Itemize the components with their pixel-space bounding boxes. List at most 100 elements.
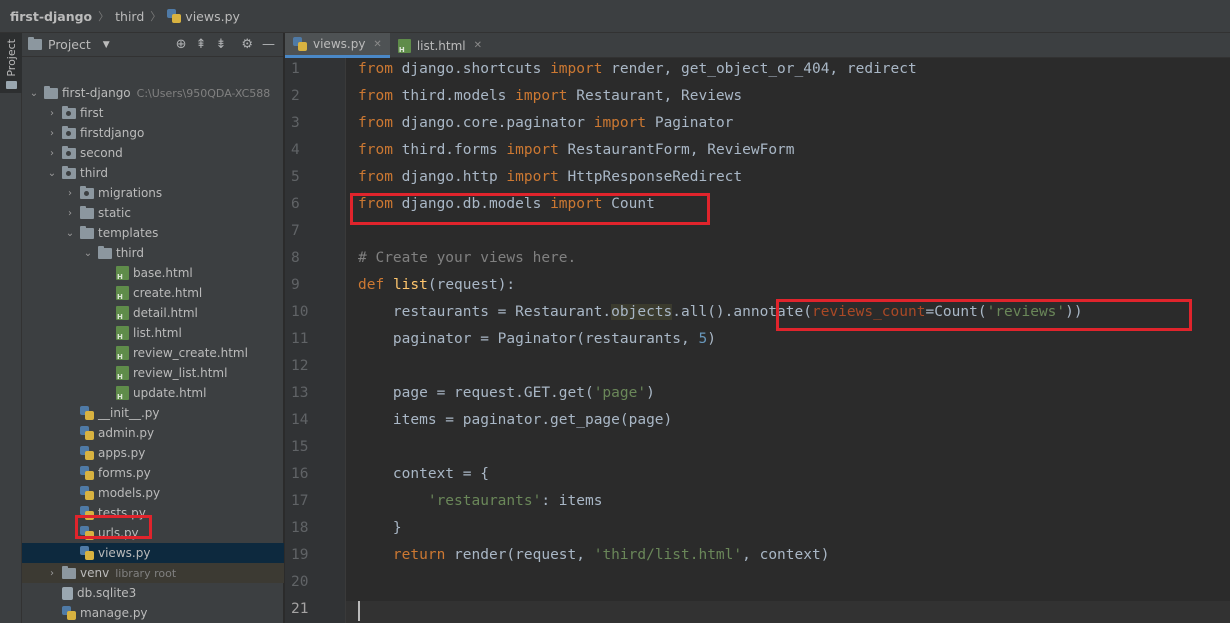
folder-icon (98, 245, 112, 259)
code-token: items = paginator.get_page(page) (358, 412, 673, 428)
tree-item[interactable]: › firstdjango (22, 123, 284, 143)
editor-tab[interactable]: list.html ✕ (390, 33, 490, 58)
tree-item[interactable]: __init__.py (22, 403, 284, 423)
tree-item[interactable]: review_list.html (22, 363, 284, 383)
tree-item[interactable]: ⌄ first-django C:\Users\950QDA-XC588 (22, 83, 284, 103)
code-token: Restaurant, Reviews (567, 88, 743, 104)
tree-item[interactable]: base.html (22, 263, 284, 283)
code-line[interactable]: paginator = Paginator(restaurants, 5) (358, 331, 716, 347)
code-line[interactable] (346, 601, 1230, 623)
project-view-selector[interactable]: Project (48, 37, 91, 52)
tree-item[interactable]: › static (22, 203, 284, 223)
code-token: import (506, 169, 559, 185)
close-icon[interactable]: ✕ (373, 39, 381, 50)
breadcrumb-label: views.py (185, 8, 240, 24)
code-line[interactable]: from third.models import Restaurant, Rev… (358, 88, 742, 104)
project-tool-button[interactable]: Project (0, 33, 22, 93)
chevron-right-icon[interactable]: › (46, 568, 58, 579)
tree-item[interactable]: urls.py (22, 523, 284, 543)
breadcrumb-item[interactable]: views.py (167, 9, 240, 24)
code-line[interactable]: context = { (358, 466, 489, 482)
code-token: 'page' (593, 385, 647, 401)
tree-item[interactable]: ⌄ third (22, 243, 284, 263)
breadcrumb-item[interactable]: third (115, 9, 144, 24)
html-file-icon (397, 38, 411, 54)
code-line[interactable]: from django.core.paginator import Pagina… (358, 115, 733, 131)
package-folder-icon (80, 185, 94, 199)
code-line[interactable]: from django.http import HttpResponseRedi… (358, 169, 742, 185)
locate-icon[interactable]: ⊕ (176, 38, 187, 51)
tree-item[interactable]: update.html (22, 383, 284, 403)
tree-item[interactable]: › venv library root (22, 563, 284, 583)
tree-item[interactable]: › second (22, 143, 284, 163)
tree-item[interactable]: › first (22, 103, 284, 123)
tree-item[interactable]: create.html (22, 283, 284, 303)
tree-item[interactable]: views.py (22, 543, 284, 563)
line-number: 6 (291, 196, 300, 212)
editor-tab[interactable]: views.py ✕ (285, 33, 390, 58)
tool-window-strip: Project (0, 33, 22, 623)
chevron-right-icon[interactable]: › (46, 108, 58, 119)
tree-item-label: base.html (133, 266, 193, 280)
tree-item-label: list.html (133, 326, 182, 340)
tree-item[interactable]: models.py (22, 483, 284, 503)
tree-item[interactable]: tests.py (22, 503, 284, 523)
breadcrumb-separator-icon: 〉 (150, 10, 162, 23)
code-line[interactable]: } (358, 520, 402, 536)
code-line[interactable]: return render(request, 'third/list.html'… (358, 547, 830, 563)
code-line[interactable]: from django.shortcuts import render, get… (358, 61, 917, 77)
tree-item-label: review_list.html (133, 366, 228, 380)
close-icon[interactable]: ✕ (474, 40, 482, 51)
python-file-icon (80, 426, 94, 440)
tree-item[interactable]: ⌄ third (22, 163, 284, 183)
tree-item[interactable]: db.sqlite3 (22, 583, 284, 603)
code-editor[interactable]: from django.shortcuts import render, get… (346, 58, 1230, 623)
code-token: list (392, 277, 428, 293)
database-file-icon (62, 586, 73, 600)
folder-icon (44, 85, 58, 99)
tree-item[interactable]: › migrations (22, 183, 284, 203)
code-line[interactable]: items = paginator.get_page(page) (358, 412, 672, 428)
code-line[interactable]: restaurants = Restaurant.objects.all().a… (358, 304, 1083, 320)
code-line[interactable]: page = request.GET.get('page') (358, 385, 655, 401)
line-number: 5 (291, 169, 300, 185)
collapse-all-icon[interactable]: ⇟ (215, 38, 226, 51)
chevron-down-icon[interactable]: ⌄ (28, 88, 40, 99)
chevron-right-icon[interactable]: › (46, 148, 58, 159)
tree-item[interactable]: detail.html (22, 303, 284, 323)
code-line[interactable]: def list(request): (358, 277, 515, 293)
code-line[interactable]: from django.db.models import Count (358, 196, 655, 212)
line-number: 3 (291, 115, 300, 131)
package-folder-icon (62, 145, 76, 159)
chevron-right-icon[interactable]: › (64, 188, 76, 199)
folder-icon (62, 565, 76, 579)
breadcrumb-item[interactable]: first-django (10, 9, 92, 24)
hide-icon[interactable]: — (262, 38, 275, 51)
tree-item[interactable]: admin.py (22, 423, 284, 443)
gear-icon[interactable]: ⚙ (241, 38, 253, 51)
code-line[interactable]: from third.forms import RestaurantForm, … (358, 142, 795, 158)
code-line[interactable]: 'restaurants': items (358, 493, 603, 509)
tree-item-label: tests.py (98, 506, 146, 520)
code-line[interactable]: # Create your views here. (358, 250, 576, 266)
tree-item[interactable]: review_create.html (22, 343, 284, 363)
tree-item[interactable]: apps.py (22, 443, 284, 463)
chevron-down-icon[interactable]: ▼ (103, 40, 110, 50)
project-panel: Project ▼ ⊕ ⇞ ⇟ ⚙ — ⌄ first-django C:\User… (22, 33, 284, 623)
chevron-right-icon[interactable]: › (64, 208, 76, 219)
tree-item[interactable]: forms.py (22, 463, 284, 483)
expand-all-icon[interactable]: ⇞ (196, 38, 207, 51)
tree-item[interactable]: manage.py (22, 603, 284, 623)
project-panel-toolbar: ⊕ ⇞ ⇟ ⚙ — (176, 38, 283, 51)
line-number: 17 (291, 493, 309, 509)
chevron-down-icon[interactable]: ⌄ (82, 248, 94, 259)
code-token: django.core.paginator (392, 115, 594, 131)
chevron-right-icon[interactable]: › (46, 128, 58, 139)
tree-item[interactable]: list.html (22, 323, 284, 343)
tree-item[interactable]: ⌄ templates (22, 223, 284, 243)
chevron-down-icon[interactable]: ⌄ (64, 228, 76, 239)
code-token: django.shortcuts (392, 61, 551, 77)
chevron-down-icon[interactable]: ⌄ (46, 168, 58, 179)
editor-tab-bar: views.py ✕ list.html ✕ (285, 33, 1230, 58)
tree-item-label: third (116, 246, 144, 260)
